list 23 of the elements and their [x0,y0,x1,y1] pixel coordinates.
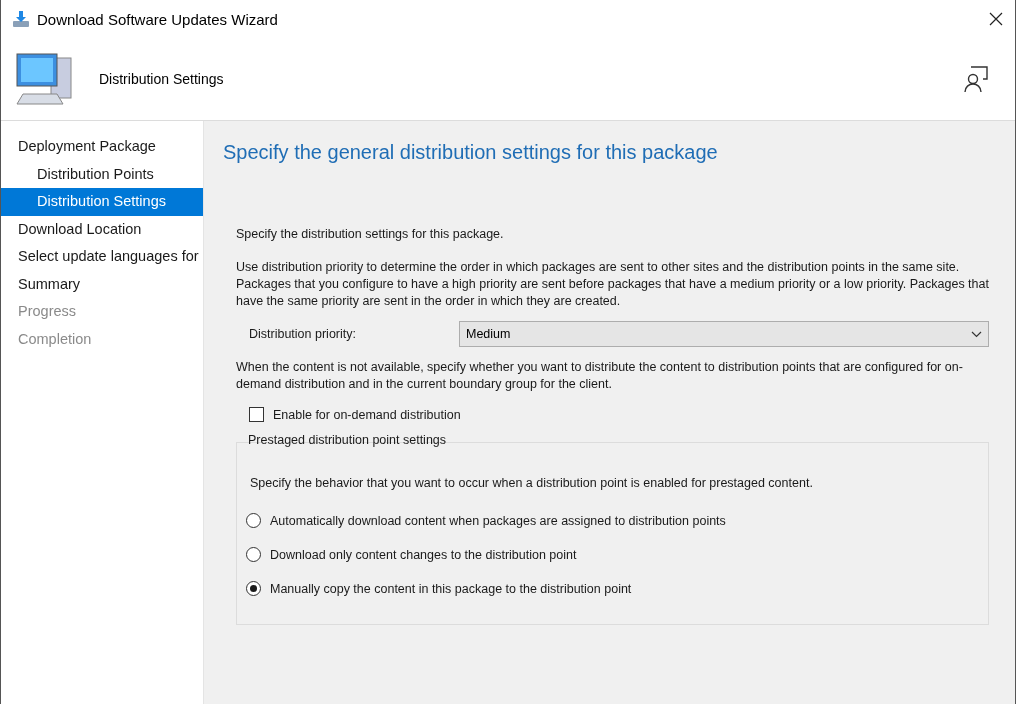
wizard-step[interactable]: Select update languages for [1,243,203,271]
wizard-step[interactable]: Deployment Package [1,133,203,161]
chevron-icon [971,330,982,338]
wizard-step[interactable]: Download Location [1,215,203,243]
on-demand-checkbox[interactable]: Enable for on-demand distribution [249,407,989,422]
wizard-step[interactable]: Summary [1,270,203,298]
prestaged-description: Specify the behavior that you want to occur when a distribution point is enabled for prestaged content. [250,475,814,492]
radio-option[interactable]: Manually copy the content in this package to the distribution point [246,580,988,597]
radio-option[interactable]: Download only content changes to the distribution point [246,546,988,563]
download-icon [11,9,31,29]
page-heading: Specify the general distribution settings for this package [223,141,719,164]
on-demand-description: When the content is not available, specify whether you want to distribute the content to distribution points that are configured for on-demand distribution and in the current boundary group for the client. [236,359,964,393]
window-title: Download Software Updates Wizard [37,10,279,28]
priority-description: Use distribution priority to determine the order in which packages are sent to other sites and the distribution points in the same site. Packages that you configure to have a high priority are sent before packages that have a medium priority or a low priority. Packages that have the same priority are sent in the order in which they are created. [236,259,989,310]
priority-dropdown[interactable]: Medium [459,321,989,347]
user-chat-icon[interactable] [963,65,989,93]
radio-option[interactable]: Automatically download content when packages are assigned to distribution points [246,512,988,529]
page-title: Distribution Settings [99,71,225,87]
group-title: Prestaged distribution point settings [248,433,447,447]
wizard-step[interactable]: Distribution Settings [1,188,203,216]
wizard-step[interactable]: Distribution Points [1,160,203,188]
intro-text: Specify the distribution settings for this package. [236,226,505,243]
field-label: Distribution priority: [249,327,357,341]
